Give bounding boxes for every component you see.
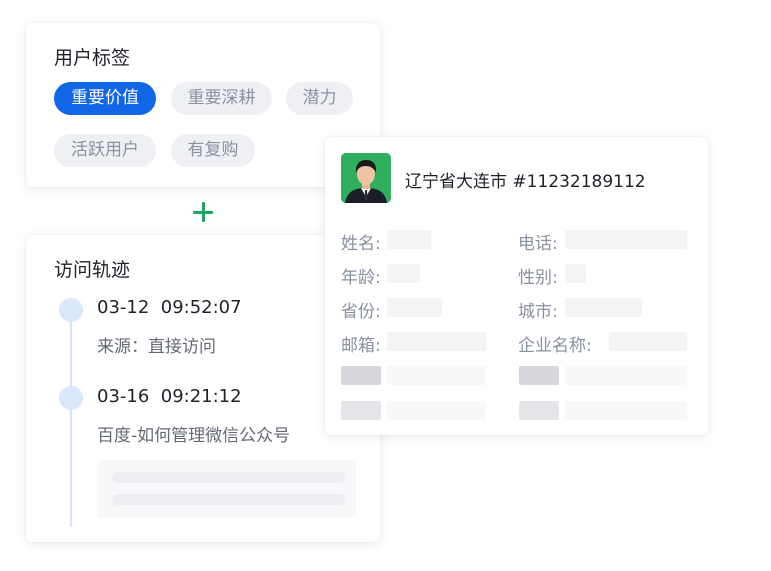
plus-icon xyxy=(191,200,215,224)
skeleton-label xyxy=(341,366,381,385)
visit-source: 来源：直接访问 xyxy=(97,337,216,357)
tag-repurchase[interactable]: 有复购 xyxy=(171,134,255,167)
skeleton-value xyxy=(565,366,687,385)
skeleton-label xyxy=(519,401,559,420)
age-value-placeholder xyxy=(387,264,420,283)
age-label: 年龄: xyxy=(341,268,381,288)
email-label: 邮箱: xyxy=(341,336,381,356)
province-label: 省份: xyxy=(341,302,381,322)
tag-important-deep[interactable]: 重要深耕 xyxy=(171,82,272,115)
email-value-placeholder xyxy=(387,332,486,351)
name-value-placeholder xyxy=(387,230,431,249)
visit-time: 03-16 09:21:12 xyxy=(97,386,242,407)
skeleton-line xyxy=(112,472,345,483)
province-value-placeholder xyxy=(387,298,442,317)
timeline-dot xyxy=(59,298,83,322)
tag-important-value[interactable]: 重要价值 xyxy=(54,82,156,115)
timeline-line xyxy=(70,309,72,527)
skeleton-line xyxy=(112,494,345,505)
skeleton-value xyxy=(565,401,687,420)
timeline-dot xyxy=(59,386,83,410)
user-tags-title: 用户标签 xyxy=(54,47,131,69)
profile-location-id: 辽宁省大连市 #11232189112 xyxy=(405,172,646,192)
gender-value-placeholder xyxy=(565,264,586,283)
profile-card: 辽宁省大连市 #11232189112 姓名: 电话: 年龄: 性别: 省份: … xyxy=(325,137,708,435)
skeleton-label xyxy=(519,366,559,385)
city-value-placeholder xyxy=(565,298,642,317)
city-label: 城市: xyxy=(518,302,558,322)
skeleton-value xyxy=(387,401,486,420)
phone-value-placeholder xyxy=(565,230,687,249)
company-value-placeholder xyxy=(609,332,687,351)
company-label: 企业名称: xyxy=(518,336,592,356)
avatar xyxy=(341,153,391,203)
visit-time: 03-12 09:52:07 xyxy=(97,297,242,318)
tag-potential[interactable]: 潜力 xyxy=(286,82,353,115)
skeleton-value xyxy=(387,366,486,385)
phone-label: 电话: xyxy=(518,234,558,254)
visit-source: 百度-如何管理微信公众号 xyxy=(97,426,291,446)
skeleton-placeholder xyxy=(97,460,356,518)
gender-label: 性别: xyxy=(518,268,558,288)
person-avatar-icon xyxy=(341,153,391,203)
skeleton-label xyxy=(341,401,381,420)
name-label: 姓名: xyxy=(341,234,381,254)
tag-active-user[interactable]: 活跃用户 xyxy=(54,134,156,167)
visit-track-title: 访问轨迹 xyxy=(54,259,131,281)
